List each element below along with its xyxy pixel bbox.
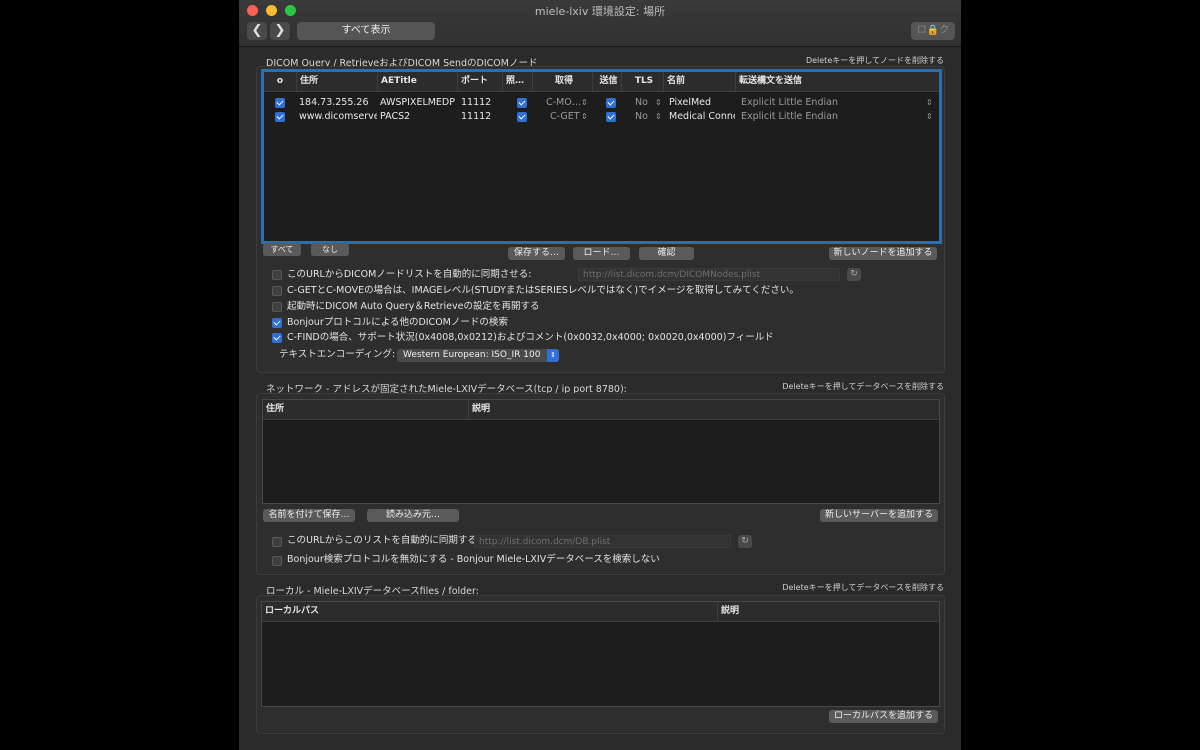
node-retrieve-value[interactable]: C-MO…	[546, 96, 580, 110]
node-address[interactable]: www.dicomserve	[299, 110, 377, 124]
sync-url-checkbox[interactable]	[272, 270, 282, 280]
network-databases-table[interactable]: 住所 説明	[262, 399, 940, 504]
dicom-sync-url-field[interactable]: http://list.dicom.dcm/DICOMNodes.plist	[578, 268, 840, 281]
col-address[interactable]: 住所	[263, 400, 468, 419]
syntax-stepper-icon[interactable]: ⇕	[926, 112, 933, 121]
cfind-fields-checkbox[interactable]	[272, 333, 282, 343]
add-local-path-button[interactable]: ローカルパスを追加する	[829, 710, 938, 723]
text-encoding-label: テキストエンコーディング:	[279, 349, 396, 360]
col-port[interactable]: ポート	[457, 72, 502, 91]
node-transfer-syntax[interactable]: Explicit Little Endian	[741, 96, 921, 110]
network-table-header: 住所 説明	[263, 400, 939, 420]
text-encoding-value: Western European: ISO_IR 100	[403, 350, 541, 360]
node-enabled-checkbox[interactable]	[275, 112, 285, 122]
network-sync-label: このURLからこのリストを自動的に同期する:	[287, 535, 481, 546]
bonjour-disable-checkbox[interactable]	[272, 556, 282, 566]
col-tls[interactable]: TLS	[621, 72, 663, 91]
image-level-checkbox[interactable]	[272, 286, 282, 296]
window-title: miele-lxiv 環境設定: 場所	[534, 5, 666, 18]
sync-url-label: このURLからDICOMノードリストを自動的に同期させる:	[287, 269, 532, 280]
save-as-button[interactable]: 名前を付けて保存…	[263, 509, 355, 522]
table-row[interactable]: 184.73.255.26 AWSPIXELMEDP 11112 C-MO… ⇕…	[264, 96, 939, 110]
node-tls-value[interactable]: No	[635, 96, 651, 110]
refresh-icon[interactable]: ↻	[847, 268, 861, 281]
text-encoding-select[interactable]: Western European: ISO_IR 100 ⇕	[397, 349, 559, 362]
node-send-checkbox[interactable]	[606, 112, 616, 122]
image-level-label: C-GETとC-MOVEの場合は、IMAGEレベル(STUDYまたはSERIES…	[287, 285, 799, 296]
node-address[interactable]: 184.73.255.26	[299, 96, 377, 110]
back-button[interactable]: ❮	[247, 22, 267, 40]
col-address[interactable]: 住所	[296, 72, 377, 91]
node-name[interactable]: PixelMed	[669, 96, 735, 110]
local-table-header: ローカルパス 説明	[262, 602, 939, 622]
load-nodes-button[interactable]: ロード…	[573, 247, 630, 260]
lock-button[interactable]: ロ🔒ク	[911, 22, 955, 40]
forward-button[interactable]: ❯	[270, 22, 290, 40]
node-port[interactable]: 11112	[461, 96, 501, 110]
node-query-checkbox[interactable]	[517, 98, 527, 108]
local-delete-hint: Deleteキーを押してデータベースを削除する	[782, 583, 944, 592]
load-from-button[interactable]: 読み込み元…	[367, 509, 459, 522]
col-description[interactable]: 説明	[717, 602, 937, 621]
node-query-checkbox[interactable]	[517, 112, 527, 122]
node-retrieve-value[interactable]: C-GET	[550, 110, 580, 124]
col-name[interactable]: 名前	[663, 72, 735, 91]
verify-nodes-button[interactable]: 確認	[639, 247, 694, 260]
node-tls-value[interactable]: No	[635, 110, 651, 124]
col-send[interactable]: 送信	[592, 72, 621, 91]
dicom-table-header: o 住所 AETitle ポート 照… 取得 送信 TLS 名前 転送構文を送信	[264, 72, 939, 92]
col-local-path[interactable]: ローカルパス	[262, 602, 717, 621]
network-sync-url-field[interactable]: http://list.dicom.dcm/DB.plist	[474, 535, 731, 548]
cfind-fields-label: C-FINDの場合、サポート状況(0x4008,0x0212)およびコメント(0…	[287, 332, 774, 343]
col-transfer-syntax[interactable]: 転送構文を送信	[735, 72, 936, 91]
table-row[interactable]: www.dicomserve PACS2 11112 C-GET ⇕ No ⇕ …	[264, 110, 939, 124]
col-aetitle[interactable]: AETitle	[377, 72, 457, 91]
save-nodes-button[interactable]: 保存する…	[508, 247, 565, 260]
tls-stepper-icon[interactable]: ⇕	[655, 98, 662, 107]
select-none-button[interactable]: なし	[311, 243, 349, 256]
network-delete-hint: Deleteキーを押してデータベースを削除する	[782, 382, 944, 391]
col-description[interactable]: 説明	[468, 400, 937, 419]
node-transfer-syntax[interactable]: Explicit Little Endian	[741, 110, 921, 124]
node-send-checkbox[interactable]	[606, 98, 616, 108]
dicom-nodes-group: o 住所 AETitle ポート 照… 取得 送信 TLS 名前 転送構文を送信…	[256, 66, 945, 373]
node-name[interactable]: Medical Conne	[669, 110, 735, 124]
network-databases-group: 住所 説明 名前を付けて保存… 読み込み元… 新しいサーバーを追加する このUR…	[256, 393, 945, 575]
add-server-button[interactable]: 新しいサーバーを追加する	[820, 509, 938, 522]
syntax-stepper-icon[interactable]: ⇕	[926, 98, 933, 107]
node-port[interactable]: 11112	[461, 110, 501, 124]
bonjour-search-label: Bonjourプロトコルによる他のDICOMノードの検索	[287, 317, 508, 328]
chevron-updown-icon: ⇕	[547, 349, 559, 362]
network-sync-checkbox[interactable]	[272, 537, 282, 547]
local-databases-group: ローカルパス 説明 ローカルパスを追加する	[256, 595, 945, 734]
dicom-nodes-table[interactable]: o 住所 AETitle ポート 照… 取得 送信 TLS 名前 転送構文を送信…	[261, 69, 942, 244]
col-query[interactable]: 照…	[502, 72, 532, 91]
add-node-button[interactable]: 新しいノードを追加する	[829, 247, 937, 260]
col-retrieve[interactable]: 取得	[532, 72, 592, 91]
autoquery-label: 起動時にDICOM Auto Query＆Retrieveの設定を再開する	[287, 301, 540, 312]
node-aetitle[interactable]: AWSPIXELMEDP	[380, 96, 457, 110]
bonjour-disable-label: Bonjour検索プロトコルを無効にする - Bonjour Miele-LXI…	[287, 554, 660, 565]
preferences-window: miele-lxiv 環境設定: 場所 ❮ ❯ すべて表示 ロ🔒ク DICOM …	[239, 0, 961, 750]
show-all-button[interactable]: すべて表示	[297, 22, 435, 40]
tls-stepper-icon[interactable]: ⇕	[655, 112, 662, 121]
title-bar: miele-lxiv 環境設定: 場所 ❮ ❯ すべて表示 ロ🔒ク	[239, 0, 961, 47]
dicom-delete-hint: Deleteキーを押してノードを削除する	[805, 56, 944, 65]
select-all-button[interactable]: すべて	[263, 243, 301, 256]
retrieve-stepper-icon[interactable]: ⇕	[581, 112, 588, 121]
bonjour-search-checkbox[interactable]	[272, 318, 282, 328]
node-aetitle[interactable]: PACS2	[380, 110, 457, 124]
col-enabled[interactable]: o	[264, 72, 296, 91]
node-enabled-checkbox[interactable]	[275, 98, 285, 108]
local-databases-table[interactable]: ローカルパス 説明	[261, 601, 940, 707]
retrieve-stepper-icon[interactable]: ⇕	[581, 98, 588, 107]
autoquery-checkbox[interactable]	[272, 302, 282, 312]
refresh-icon[interactable]: ↻	[738, 535, 752, 548]
